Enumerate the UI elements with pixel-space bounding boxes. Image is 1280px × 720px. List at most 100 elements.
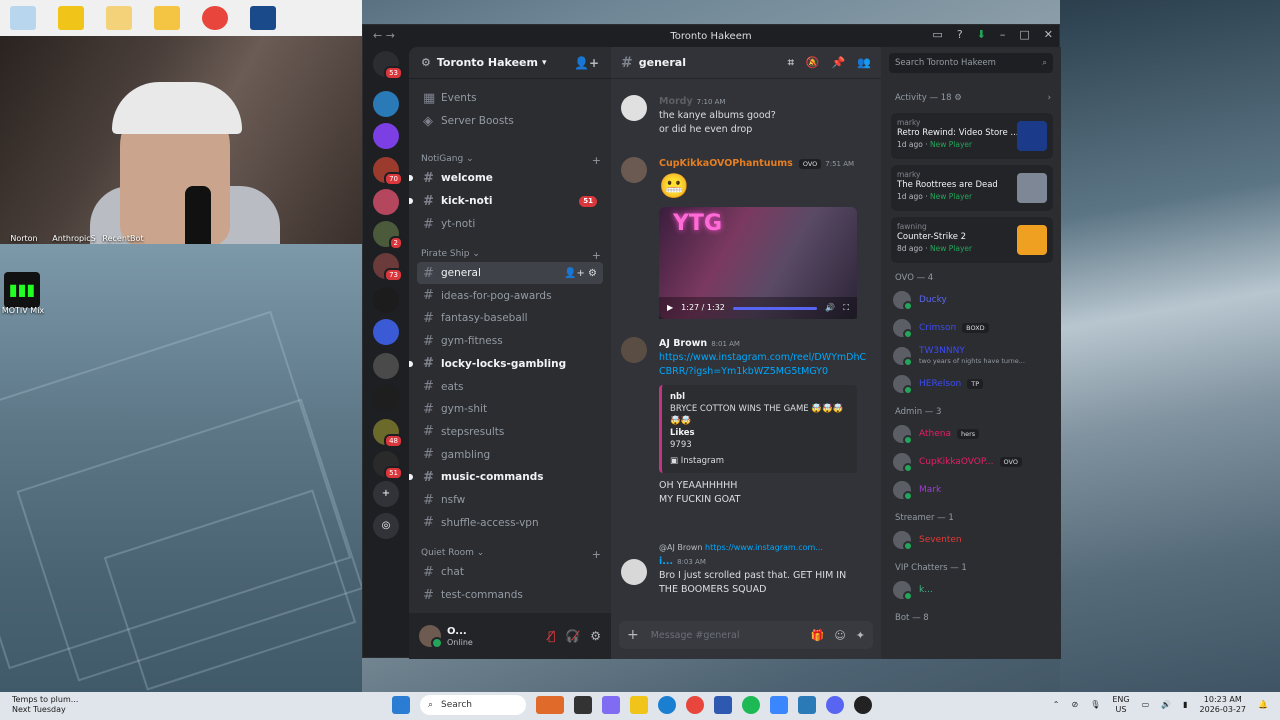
channel-shuffle-access-vpn[interactable]: # shuffle-access-vpn	[417, 512, 603, 534]
channel-settings-icon[interactable]: 👤+ ⚙	[564, 268, 597, 279]
member-item[interactable]: TW3NNNY two years of nights have turne...	[893, 345, 1053, 367]
chevron-right-icon[interactable]: ›	[1048, 93, 1051, 103]
channel-welcome[interactable]: # welcome	[409, 167, 603, 189]
search-input[interactable]: Search Toronto Hakeem ⌕	[889, 53, 1053, 73]
channel-kick-noti[interactable]: # kick-noti 51	[409, 190, 603, 212]
battery-icon[interactable]: ▮	[1183, 700, 1187, 710]
fullscreen-icon[interactable]: ⛶	[843, 301, 849, 315]
message[interactable]: @AJ Brown https://www.instagram.com... i…	[621, 541, 871, 597]
avatar[interactable]	[621, 157, 647, 183]
avatar[interactable]	[419, 625, 443, 649]
close-icon[interactable]: ✕	[1044, 28, 1053, 41]
member-item[interactable]: Seventen	[893, 529, 1053, 551]
back-forward-icon[interactable]: ← →	[373, 29, 395, 42]
composer-placeholder[interactable]: Message #general	[651, 630, 740, 641]
desktop-icon-label[interactable]: MOTIV Mix	[0, 306, 46, 315]
headphones-muted-icon[interactable]: 🎧̸	[565, 629, 580, 643]
channel-yt-noti[interactable]: # yt-noti	[417, 213, 603, 235]
app-icon[interactable]	[536, 696, 564, 714]
video-progress[interactable]	[732, 306, 818, 310]
spotify-icon[interactable]	[742, 696, 760, 714]
folder-icon[interactable]	[58, 6, 84, 30]
play-icon[interactable]: ▶	[667, 301, 673, 315]
channel-general[interactable]: # general 👤+ ⚙	[417, 262, 603, 284]
folder-icon[interactable]	[106, 6, 132, 30]
server-boosts-item[interactable]: ◈ Server Boosts	[417, 110, 603, 132]
member-item[interactable]: Athena hers	[893, 423, 1053, 445]
member-item[interactable]: Mark	[893, 479, 1053, 501]
channel-fantasy-baseball[interactable]: # fantasy-baseball	[417, 307, 603, 329]
channel-nsfw[interactable]: # nsfw	[417, 489, 603, 511]
server-icon[interactable]	[373, 123, 399, 149]
events-item[interactable]: ▦ Events	[417, 87, 603, 109]
app-icon[interactable]	[770, 696, 788, 714]
message-author[interactable]: Mordy	[659, 96, 693, 107]
reply-preview[interactable]: @AJ Brown https://www.instagram.com...	[659, 541, 871, 555]
server-icon[interactable]: 70	[373, 157, 403, 186]
channel-test-commands[interactable]: # test-commands	[417, 584, 603, 606]
maximize-icon[interactable]: □	[1019, 28, 1029, 41]
avatar[interactable]	[621, 95, 647, 121]
channel-gambling[interactable]: # gambling	[417, 444, 603, 466]
display-icon[interactable]: ▭	[1142, 700, 1150, 710]
server-icon[interactable]	[373, 385, 399, 411]
member-item[interactable]: HERelson TP	[893, 373, 1053, 395]
edge-icon[interactable]	[658, 696, 676, 714]
volume-icon[interactable]: 🔊	[825, 301, 835, 315]
chrome-icon[interactable]	[202, 6, 228, 30]
add-channel-icon[interactable]: +	[592, 154, 601, 167]
message-author[interactable]: CupKikkaOVOPhantuums	[659, 158, 793, 169]
notifications-icon[interactable]: 🔔	[1258, 700, 1268, 710]
folder-icon[interactable]	[154, 6, 180, 30]
server-icon[interactable]	[373, 353, 399, 379]
avatar[interactable]	[621, 559, 647, 585]
server-icon[interactable]	[373, 319, 399, 345]
app-icon[interactable]	[854, 696, 872, 714]
channel-eats[interactable]: # eats	[417, 376, 603, 398]
discord-icon[interactable]	[826, 696, 844, 714]
chrome-icon[interactable]	[686, 696, 704, 714]
activity-card[interactable]: fawning Counter-Strike 2 8d ago · New Play…	[891, 217, 1053, 263]
mic-muted-icon[interactable]: 🎙̸	[548, 629, 555, 643]
server-icon[interactable]: 48	[373, 419, 403, 448]
invite-icon[interactable]: 👤+	[574, 56, 599, 70]
member-item[interactable]: k...	[893, 579, 1053, 601]
network-icon[interactable]: ⊘	[1071, 700, 1078, 710]
gear-icon[interactable]: ⚙	[590, 629, 601, 643]
gift-icon[interactable]: 🎁	[811, 629, 825, 642]
discover-icon[interactable]: ◎	[373, 513, 399, 539]
category-quiet-room[interactable]: Quiet Room ⌄ +	[421, 548, 601, 561]
inbox-icon[interactable]: ▭	[932, 28, 942, 41]
help-icon[interactable]: ?	[957, 28, 963, 41]
app-icon[interactable]	[714, 696, 732, 714]
minimize-icon[interactable]: –	[1000, 28, 1006, 41]
desktop-icon-label[interactable]: RecentBot Desktop	[100, 234, 146, 244]
language-indicator[interactable]: ENG US	[1112, 695, 1129, 715]
channel-gym-shit[interactable]: # gym-shit	[417, 398, 603, 420]
member-item[interactable]: CupKikkaOVOP... OVO	[893, 451, 1053, 473]
activity-card[interactable]: marky The Roottrees are Dead 1d ago · New …	[891, 165, 1053, 211]
desktop-icon-label[interactable]: AnthropicS	[52, 234, 96, 243]
file-explorer-icon[interactable]	[630, 696, 648, 714]
member-list-icon[interactable]: 👥	[857, 56, 871, 70]
message-author[interactable]: i...	[659, 556, 673, 567]
notifications-icon[interactable]: 🔕	[806, 56, 820, 70]
message[interactable]: Mordy 7:10 AM the kanye albums good? or d…	[621, 95, 871, 137]
counter-strike-icon[interactable]	[250, 6, 276, 30]
message[interactable]: CupKikkaOVOPhantuums OVO 7:51 AM 😬 YTG ▶ 1…	[621, 157, 871, 319]
server-icon[interactable]: 73	[373, 253, 403, 282]
channel-stepsresults[interactable]: # stepsresults	[417, 421, 603, 443]
mic-icon[interactable]: 🎙	[1090, 700, 1100, 710]
category-pirate-ship[interactable]: Pirate Ship ⌄ +	[421, 249, 601, 262]
reply-link[interactable]: https://www.instagram.com...	[705, 543, 823, 552]
channel-music-commands[interactable]: # music-commands	[409, 466, 603, 488]
task-view-icon[interactable]	[574, 696, 592, 714]
channel-gym-fitness[interactable]: # gym-fitness	[417, 330, 603, 352]
message[interactable]: AJ Brown 8:01 AM https://www.instagram.co…	[621, 337, 871, 507]
category-notigang[interactable]: NotiGang ⌄ +	[421, 154, 601, 167]
message-author[interactable]: AJ Brown	[659, 338, 707, 349]
volume-icon[interactable]: 🔊	[1161, 700, 1171, 710]
server-icon[interactable]: 51	[373, 451, 403, 480]
message-link[interactable]: https://www.instagram.com/reel/DWYmDhCCB…	[659, 352, 866, 377]
channel-chat[interactable]: # chat	[417, 561, 603, 583]
